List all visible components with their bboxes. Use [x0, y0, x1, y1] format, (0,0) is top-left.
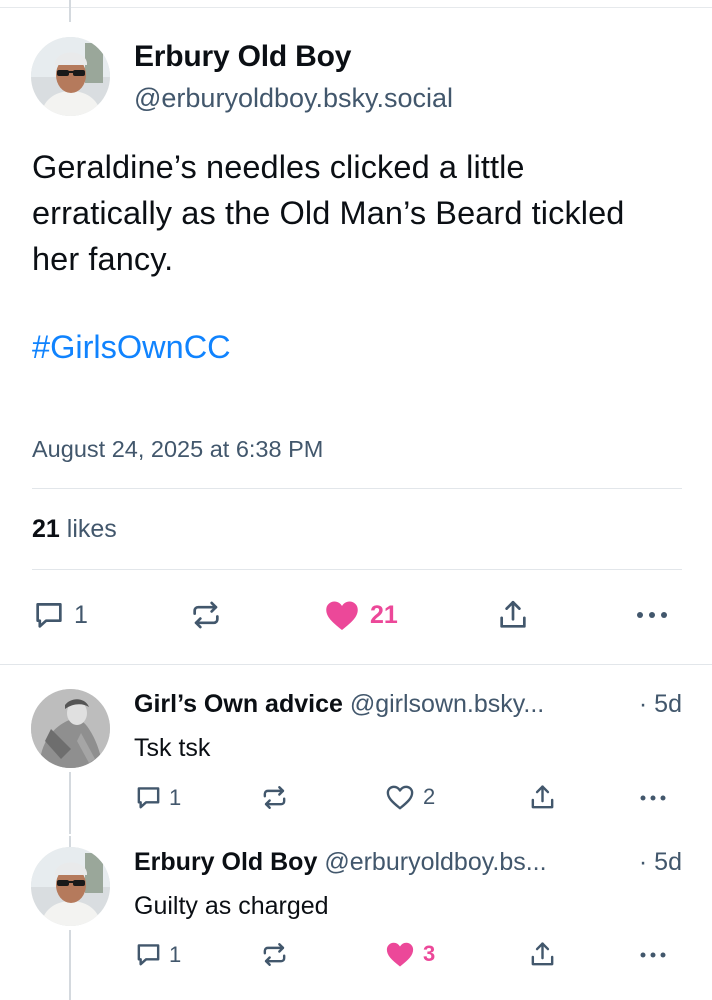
author-handle[interactable]: @erburyoldboy.bsky.social: [134, 83, 453, 114]
author-name[interactable]: Erbury Old Boy: [134, 40, 351, 74]
like-count: 3: [423, 941, 436, 966]
share-button[interactable]: [528, 939, 557, 970]
more-options-button[interactable]: [638, 786, 668, 810]
reply-time: · 5d: [638, 690, 682, 718]
hashtag-link[interactable]: #GirlsOwnCC: [32, 329, 231, 366]
reply-author-name[interactable]: Girl’s Own advice: [134, 690, 343, 718]
share-icon: [531, 942, 554, 966]
main-post: Erbury Old Boy @erburyoldboy.bsky.social…: [0, 0, 712, 664]
reply-text: Guilty as charged: [134, 892, 329, 920]
repost-button[interactable]: [189, 598, 223, 632]
reply-icon: [137, 787, 160, 809]
reply-button[interactable]: 1: [32, 598, 88, 632]
like-count: 2: [423, 784, 436, 809]
like-count: 21: [370, 600, 398, 629]
section-divider: [0, 664, 712, 665]
reply-count: 1: [74, 600, 88, 629]
like-button[interactable]: 2: [385, 783, 435, 811]
share-button[interactable]: [528, 782, 557, 813]
post-text: Geraldine’s needles clicked a little err…: [32, 149, 625, 277]
repost-icon: [263, 786, 286, 809]
reply-text: Tsk tsk: [134, 734, 211, 762]
repost-icon: [193, 601, 219, 629]
reply-icon: [137, 944, 160, 966]
repost-button[interactable]: [260, 940, 289, 969]
reply-button[interactable]: 1: [134, 783, 181, 812]
likes-label: likes: [66, 515, 117, 543]
divider: [32, 569, 682, 570]
reply-count: 1: [169, 784, 182, 810]
repost-icon: [263, 943, 286, 966]
avatar[interactable]: [31, 37, 110, 116]
share-icon: [531, 785, 554, 809]
more-options-button[interactable]: [634, 600, 670, 630]
more-icon: [640, 952, 666, 958]
reply-button[interactable]: 1: [134, 940, 181, 969]
heart-icon: [386, 942, 414, 967]
reply-author-handle[interactable]: @girlsown.bsky...: [350, 690, 544, 718]
thread-line: [69, 930, 71, 1000]
reply-header: Erbury Old Boy @erburyoldboy.bs...: [134, 848, 684, 877]
more-options-button[interactable]: [638, 943, 668, 967]
divider: [32, 488, 682, 489]
reply-count: 1: [169, 941, 182, 967]
share-button[interactable]: [496, 597, 530, 633]
more-icon: [637, 612, 667, 618]
avatar[interactable]: [31, 847, 110, 926]
like-button[interactable]: 21: [324, 598, 398, 632]
post-date: August 24, 2025 at 6:38 PM: [32, 436, 324, 462]
likes-summary[interactable]: 21 likes: [32, 515, 117, 544]
reply-author-handle[interactable]: @erburyoldboy.bs...: [324, 848, 546, 876]
likes-count: 21: [32, 515, 60, 543]
avatar[interactable]: [31, 689, 110, 768]
reply-author-name[interactable]: Erbury Old Boy: [134, 848, 317, 876]
reply-icon: [36, 603, 62, 628]
reply-time: · 5d: [638, 848, 682, 876]
share-icon: [500, 600, 526, 628]
heart-outline-icon: [386, 785, 414, 810]
reply-header: Girl’s Own advice @girlsown.bsky...: [134, 690, 684, 719]
thread-line: [69, 772, 71, 834]
more-icon: [640, 795, 666, 801]
heart-icon: [326, 601, 358, 630]
like-button[interactable]: 3: [385, 940, 435, 968]
repost-button[interactable]: [260, 783, 289, 812]
